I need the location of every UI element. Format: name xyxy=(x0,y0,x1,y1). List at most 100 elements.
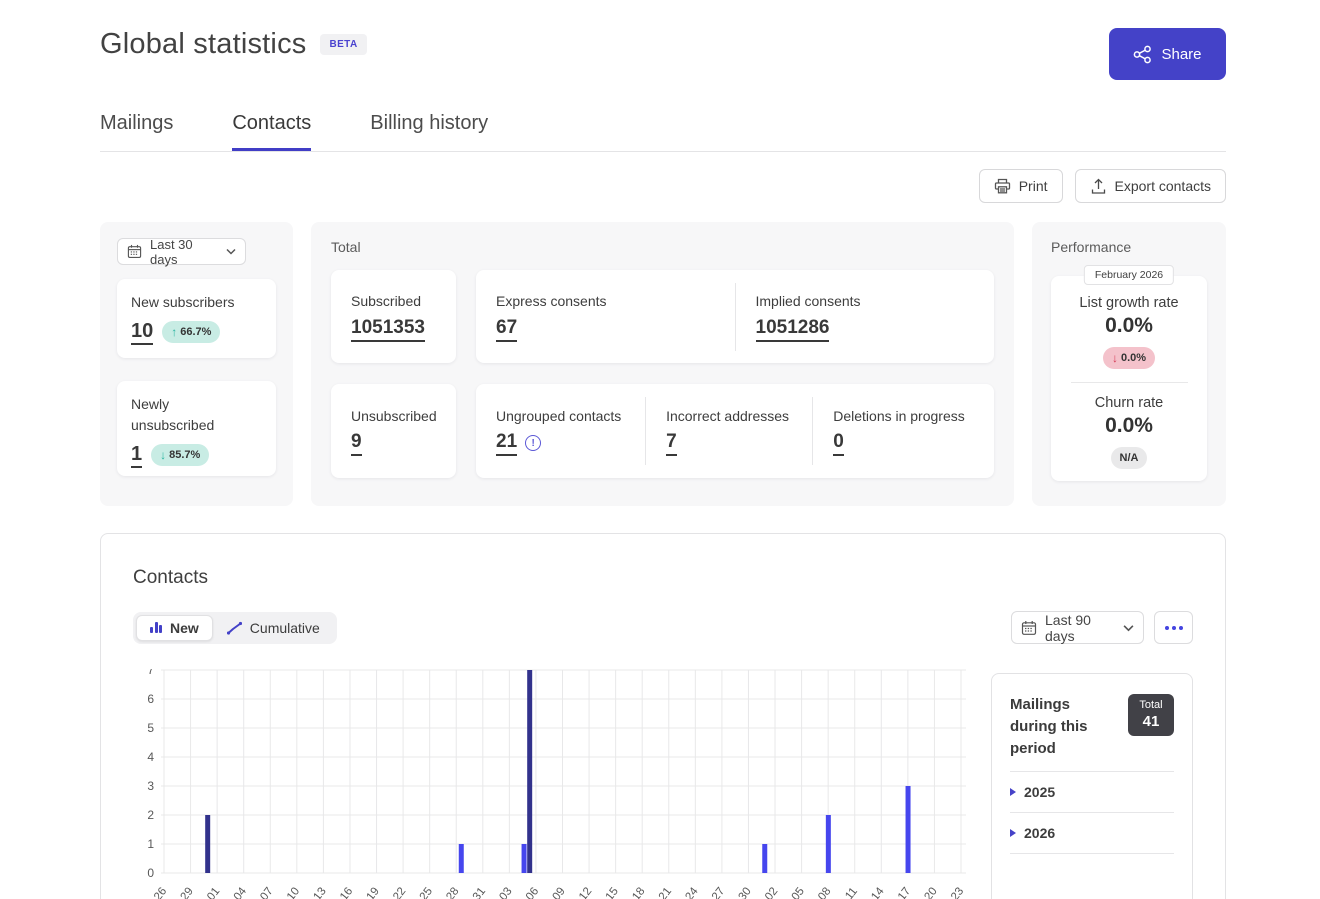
list-growth-rate-label: List growth rate xyxy=(1051,295,1207,311)
svg-text:4: 4 xyxy=(147,750,154,764)
chart-bar xyxy=(205,815,210,873)
express-consents-value[interactable]: 67 xyxy=(496,317,517,342)
list-growth-delta-badge: ↓ 0.0% xyxy=(1103,347,1155,369)
newly-unsubscribed-card: Newly unsubscribed 1 ↓ 85.7% xyxy=(117,381,276,476)
svg-text:10: 10 xyxy=(285,885,302,899)
svg-text:20: 20 xyxy=(922,885,939,899)
calendar-icon xyxy=(127,244,142,259)
express-consents-label: Express consents xyxy=(496,291,735,311)
new-subscribers-delta: 66.7% xyxy=(180,326,211,338)
tab-mailings[interactable]: Mailings xyxy=(100,112,173,151)
subscribed-label: Subscribed xyxy=(351,291,456,311)
print-button-label: Print xyxy=(1019,178,1048,194)
implied-consents-value[interactable]: 1051286 xyxy=(756,317,830,342)
year-row-2025[interactable]: 2025 xyxy=(1010,772,1174,812)
export-button-label: Export contacts xyxy=(1115,178,1212,194)
implied-consents-label: Implied consents xyxy=(756,291,995,311)
churn-rate-value: 0.0% xyxy=(1051,414,1207,438)
mailings-total-badge: Total 41 xyxy=(1128,694,1174,736)
svg-text:18: 18 xyxy=(630,885,647,899)
date-range-label: Last 90 days xyxy=(1045,612,1115,644)
svg-text:19: 19 xyxy=(365,885,382,899)
svg-text:12: 12 xyxy=(577,885,594,899)
line-chart-icon xyxy=(227,621,242,635)
contacts-chart-card: Contacts New Cumulative xyxy=(100,533,1226,899)
toggle-new-label: New xyxy=(170,620,199,636)
more-options-button[interactable] xyxy=(1154,611,1193,644)
page-title: Global statistics xyxy=(100,28,306,61)
svg-text:25: 25 xyxy=(418,885,435,899)
tab-bar: Mailings Contacts Billing history xyxy=(100,112,1226,152)
chart-mode-toggle: New Cumulative xyxy=(133,612,337,644)
year-label: 2026 xyxy=(1024,825,1055,841)
toggle-cumulative-label: Cumulative xyxy=(250,620,320,636)
stats-row: Last 30 days New subscribers 10 ↑ 66.7% … xyxy=(100,222,1226,506)
deletions-in-progress-label: Deletions in progress xyxy=(833,406,994,426)
mailings-total-value: 41 xyxy=(1143,713,1160,731)
date-range-select-90[interactable]: Last 90 days xyxy=(1011,611,1144,644)
svg-text:5: 5 xyxy=(147,721,154,735)
contacts-chart: 0123456726290104071013161922252831030609… xyxy=(135,669,971,899)
svg-text:15: 15 xyxy=(604,885,621,899)
ungrouped-contacts-value[interactable]: 21 xyxy=(496,431,517,456)
printer-icon xyxy=(994,178,1011,195)
tab-contacts[interactable]: Contacts xyxy=(232,112,311,151)
export-contacts-button[interactable]: Export contacts xyxy=(1075,169,1227,203)
svg-text:07: 07 xyxy=(258,885,275,899)
bar-chart-icon xyxy=(150,622,162,633)
period-stats-panel: Last 30 days New subscribers 10 ↑ 66.7% … xyxy=(100,222,293,506)
svg-text:3: 3 xyxy=(147,779,154,793)
down-arrow-icon: ↓ xyxy=(1112,351,1118,365)
unsubscribed-card: Unsubscribed 9 xyxy=(331,384,456,478)
list-growth-rate-value: 0.0% xyxy=(1051,314,1207,338)
deletions-in-progress-value[interactable]: 0 xyxy=(833,431,844,456)
year-row-2026[interactable]: 2026 xyxy=(1010,813,1174,853)
year-label: 2025 xyxy=(1024,784,1055,800)
incorrect-addresses-value[interactable]: 7 xyxy=(666,431,677,456)
page-header: Global statistics BETA Share xyxy=(100,0,1226,80)
svg-text:24: 24 xyxy=(683,885,701,899)
toggle-cumulative[interactable]: Cumulative xyxy=(213,615,334,641)
mailings-total-label: Total xyxy=(1139,699,1162,712)
contacts-issues-card: Ungrouped contacts 21 ! Incorrect addres… xyxy=(476,384,994,478)
unsubscribed-value[interactable]: 9 xyxy=(351,431,362,456)
total-title: Total xyxy=(331,239,994,255)
share-button[interactable]: Share xyxy=(1109,28,1226,80)
svg-text:04: 04 xyxy=(232,885,250,899)
new-subscribers-label: New subscribers xyxy=(131,292,262,312)
new-subscribers-value[interactable]: 10 xyxy=(131,319,153,345)
svg-text:28: 28 xyxy=(444,885,461,899)
consents-card: Express consents 67 Implied consents 105… xyxy=(476,270,994,363)
tab-billing-history[interactable]: Billing history xyxy=(370,112,488,151)
date-range-select-30[interactable]: Last 30 days xyxy=(117,238,246,265)
ungrouped-contacts-label: Ungrouped contacts xyxy=(496,406,645,426)
svg-text:30: 30 xyxy=(736,885,753,899)
toggle-new[interactable]: New xyxy=(136,615,213,641)
divider xyxy=(1010,853,1174,854)
subscribed-value[interactable]: 1051353 xyxy=(351,317,425,342)
newly-unsubscribed-label: Newly unsubscribed xyxy=(131,394,221,435)
mailings-title: Mailings during this period xyxy=(1010,694,1118,759)
svg-text:1: 1 xyxy=(147,837,154,851)
chevron-down-icon xyxy=(1123,624,1134,632)
svg-text:16: 16 xyxy=(338,885,355,899)
new-subscribers-card: New subscribers 10 ↑ 66.7% xyxy=(117,279,276,358)
svg-text:09: 09 xyxy=(551,885,568,899)
newly-unsubscribed-value[interactable]: 1 xyxy=(131,442,142,468)
performance-title: Performance xyxy=(1051,239,1207,255)
print-button[interactable]: Print xyxy=(979,169,1063,203)
subscribed-card: Subscribed 1051353 xyxy=(331,270,456,363)
svg-text:01: 01 xyxy=(205,885,222,899)
performance-panel: Performance February 2026 List growth ra… xyxy=(1032,222,1226,506)
warning-info-icon[interactable]: ! xyxy=(525,435,541,451)
svg-text:17: 17 xyxy=(896,885,913,899)
mailings-panel: Mailings during this period Total 41 202… xyxy=(991,673,1193,899)
svg-text:02: 02 xyxy=(763,885,780,899)
unsubscribed-label: Unsubscribed xyxy=(351,406,456,426)
share-button-label: Share xyxy=(1161,46,1201,63)
svg-text:13: 13 xyxy=(311,885,328,899)
ellipsis-icon xyxy=(1165,626,1169,630)
newly-unsubscribed-delta-badge: ↓ 85.7% xyxy=(151,444,209,466)
triangle-right-icon xyxy=(1010,788,1016,796)
down-arrow-icon: ↓ xyxy=(160,448,166,462)
